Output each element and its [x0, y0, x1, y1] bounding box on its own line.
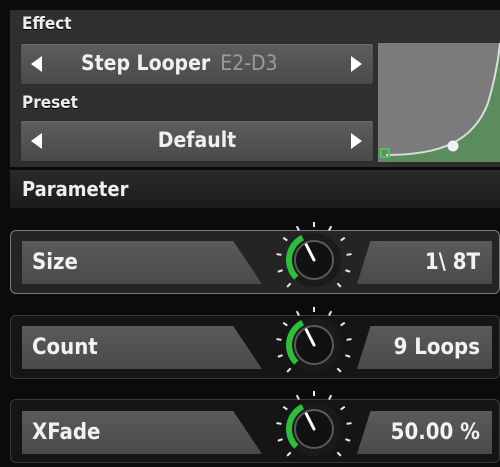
triangle-right-icon[interactable] [351, 133, 362, 149]
param-value-text: 50.00 % [390, 420, 480, 445]
param-value-text: 1\ 8T [424, 250, 480, 275]
curve-display[interactable] [378, 43, 500, 162]
size-knob-icon[interactable] [272, 220, 356, 298]
param-name-count: Count [22, 326, 262, 369]
preset-label: Preset [22, 93, 78, 113]
effect-selector[interactable]: Step Looper E2-D3 [20, 43, 374, 85]
param-name-size: Size [22, 241, 262, 284]
count-knob-icon[interactable] [272, 305, 356, 383]
triangle-left-icon[interactable] [31, 56, 42, 72]
param-name-xfade: XFade [22, 411, 262, 454]
effect-label: Effect [22, 14, 72, 34]
preset-selector[interactable]: Default [20, 120, 374, 162]
triangle-right-icon[interactable] [351, 56, 362, 72]
param-value-count[interactable]: 9 Loops [357, 326, 492, 369]
param-value-text: 9 Loops [393, 335, 480, 360]
triangle-left-icon[interactable] [31, 133, 42, 149]
param-name-text: Size [32, 250, 78, 275]
preset-name: Default [157, 128, 237, 152]
parameter-title: Parameter [22, 177, 129, 201]
parameter-header: Parameter [10, 170, 500, 208]
param-name-text: XFade [32, 420, 101, 445]
xfade-knob-icon[interactable] [272, 389, 356, 467]
param-value-size[interactable]: 1\ 8T [357, 241, 492, 284]
effect-name-text: Step Looper [81, 51, 211, 75]
curve-point-handle[interactable] [447, 140, 459, 152]
param-value-xfade[interactable]: 50.00 % [357, 411, 492, 454]
effect-name: Step Looper E2-D3 [81, 51, 278, 75]
effect-range: E2-D3 [220, 51, 278, 75]
param-name-text: Count [32, 335, 98, 360]
